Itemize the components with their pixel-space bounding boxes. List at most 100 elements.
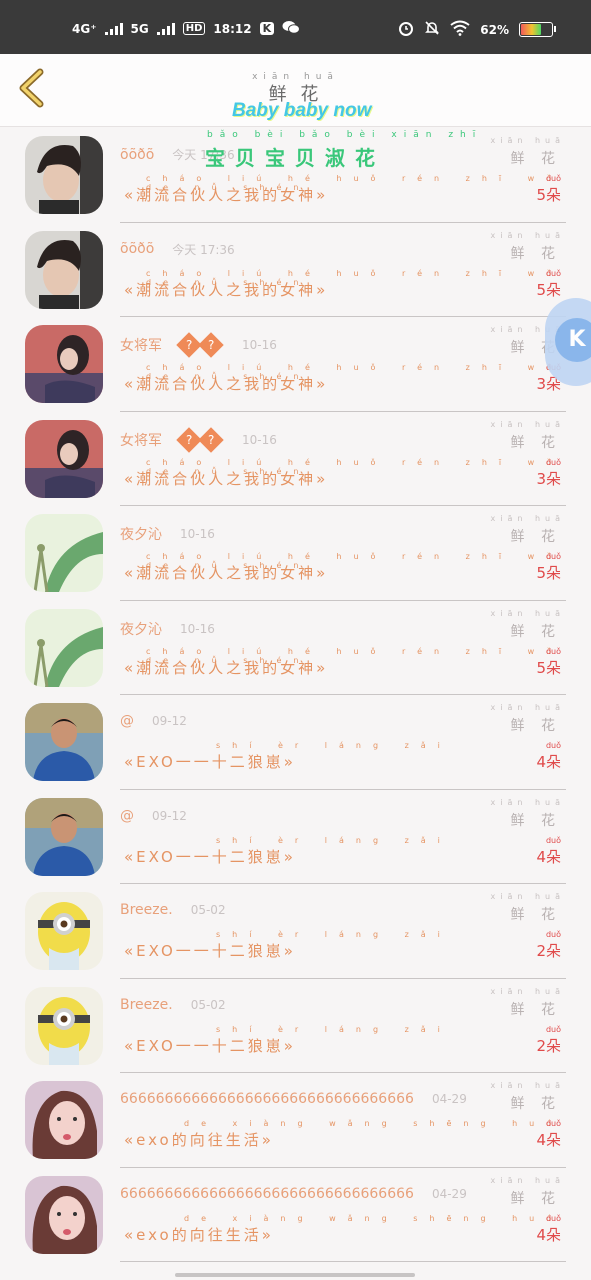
list-item[interactable]: 夜夕沁 10-16 xiān huā 鲜 花 cháo liú hé huǒ rén z… — [0, 506, 591, 601]
avatar[interactable] — [25, 325, 103, 403]
song-title[interactable]: «EXO一一十二狼崽» — [124, 751, 296, 772]
song-title[interactable]: «EXO一一十二狼崽» — [124, 1035, 296, 1056]
avatar[interactable] — [25, 230, 103, 309]
sender-line: 女将军?? 10-16 — [120, 426, 277, 453]
sender-line: Breeze. 05-02 — [120, 902, 226, 918]
song-title[interactable]: «潮流合伙人之我的女神» — [124, 468, 328, 489]
flower-count: 4朵 — [536, 847, 561, 866]
flower-label-pinyin: xiān huā — [490, 797, 565, 807]
flower-count-pinyin: duǒ — [545, 457, 561, 467]
flower-count: 5朵 — [536, 658, 561, 677]
song-title[interactable]: «EXO一一十二狼崽» — [124, 846, 296, 867]
avatar[interactable] — [25, 892, 103, 970]
sender-line: 夜夕沁 10-16 — [120, 524, 215, 544]
send-date: 09-12 — [152, 808, 187, 823]
sender-line: 夜夕沁 10-16 — [120, 619, 215, 639]
sender-line: Breeze. 05-02 — [120, 997, 226, 1013]
flower-label: 鲜 花 — [510, 434, 561, 451]
flower-label-pinyin: xiān huā — [490, 230, 565, 240]
list-item[interactable]: Breeze. 05-02 xiān huā 鲜 花 shí èr láng zǎi «E… — [0, 884, 591, 979]
flower-count: 5朵 — [536, 186, 561, 204]
send-date: 04-29 — [431, 1092, 467, 1106]
flower-count: 4朵 — [536, 1225, 561, 1244]
sender-name: õõðõ — [120, 146, 155, 163]
network-4g-label: 4G⁺ — [72, 21, 97, 36]
list-item[interactable]: @09-12 xiān huā 鲜 花 shí èr láng zǎi «EXO一一十二… — [0, 790, 591, 884]
song-title[interactable]: «潮流合伙人之我的女神» — [124, 657, 328, 678]
k-logo-icon: K — [555, 318, 591, 362]
flower-count: 4朵 — [536, 1131, 561, 1149]
song-title-pinyin: de xiàng wǎng shēng huó — [184, 1213, 564, 1223]
flower-count-pinyin: duǒ — [545, 174, 561, 183]
name-emoji-badges: ?? — [176, 332, 224, 358]
network-5g-label: 5G — [130, 21, 149, 36]
status-right: 62% — [398, 20, 556, 39]
flower-label-pinyin: xiān huā — [490, 514, 565, 523]
flower-label: 鲜 花 — [510, 718, 561, 734]
overlay-banner-text: 宝贝宝贝淑花 — [205, 146, 385, 170]
battery-percent: 62% — [480, 22, 509, 37]
list-item[interactable]: 666666666666666666666666666666666 04-29 xi… — [0, 1073, 591, 1168]
sender-name: 女将军 — [120, 432, 162, 449]
flower-label: 鲜 花 — [510, 1096, 561, 1112]
flower-label-pinyin: xiān huā — [490, 703, 565, 712]
list-item[interactable]: õõðõ 今天 17:36 xiān huā 鲜 花 cháo liú hé huǒ r… — [0, 223, 591, 317]
flower-count: 5朵 — [536, 280, 561, 299]
sender-name: 夜夕沁 — [120, 621, 162, 638]
send-date: 04-29 — [431, 1186, 467, 1201]
send-date: 10-16 — [242, 338, 277, 352]
avatar[interactable] — [25, 797, 103, 876]
list-item[interactable]: 女将军?? 10-16 xiān huā 鲜 花 cháo liú hé huǒ rén… — [0, 412, 591, 506]
sender-line: @09-12 — [120, 808, 187, 824]
flower-count-pinyin: duǒ — [545, 1213, 561, 1223]
avatar[interactable] — [25, 136, 103, 214]
signal-icon — [104, 22, 123, 35]
app-notification-icon: K — [259, 22, 275, 35]
floating-assistant-button[interactable]: K — [545, 298, 591, 386]
song-title[interactable]: «潮流合伙人之我的女神» — [124, 184, 328, 205]
flower-count-pinyin: duǒ — [545, 1024, 561, 1034]
header: xiān huā 鲜 花 Baby baby now — [0, 54, 591, 127]
song-title[interactable]: «潮流合伙人之我的女神» — [124, 562, 328, 583]
flower-count: 3朵 — [536, 469, 561, 488]
avatar[interactable] — [25, 1175, 103, 1254]
sender-name: Breeze. — [120, 902, 173, 918]
sender-name: @ — [120, 713, 134, 729]
sender-line: õõðõ 今天 17:36 — [120, 241, 235, 258]
flower-label-pinyin: xiān huā — [490, 136, 565, 145]
row-divider — [120, 1261, 566, 1262]
song-title[interactable]: «exo的向往生活» — [124, 1224, 274, 1245]
flower-count: 5朵 — [536, 564, 561, 582]
list-item[interactable]: @09-12 xiān huā 鲜 花 shí èr láng zǎi «EXO一一十二… — [0, 695, 591, 790]
song-title[interactable]: «EXO一一十二狼崽» — [124, 940, 296, 961]
flower-label: 鲜 花 — [510, 1001, 561, 1018]
avatar[interactable] — [25, 419, 103, 498]
avatar[interactable] — [25, 703, 103, 781]
status-bar: 4G⁺ 5G HD 18:12 K 62% — [0, 0, 591, 54]
avatar[interactable] — [25, 608, 103, 687]
sender-line: 666666666666666666666666666666666 04-29 — [120, 1091, 467, 1107]
avatar[interactable] — [25, 986, 103, 1065]
flower-count-pinyin: duǒ — [545, 835, 561, 845]
flower-count-pinyin: duǒ — [545, 552, 561, 561]
list-item[interactable]: 666666666666666666666666666666666 04-29 xi… — [0, 1168, 591, 1262]
unknown-glyph-icon: ? — [198, 426, 224, 453]
sender-line: 女将军?? 10-16 — [120, 332, 277, 358]
list-item[interactable]: 女将军?? 10-16 xiān huā 鲜 花 cháo liú hé huǒ rén… — [0, 317, 591, 412]
list-item[interactable]: Breeze. 05-02 xiān huā 鲜 花 shí èr láng zǎi «E… — [0, 979, 591, 1073]
song-title[interactable]: «exo的向往生活» — [124, 1129, 274, 1150]
avatar[interactable] — [25, 514, 103, 592]
song-title[interactable]: «潮流合伙人之我的女神» — [124, 373, 328, 394]
sender-name: 666666666666666666666666666666666 — [120, 1185, 414, 1202]
flower-count-pinyin: duǒ — [545, 741, 561, 750]
avatar[interactable] — [25, 1081, 103, 1159]
list-item[interactable]: 夜夕沁 10-16 xiān huā 鲜 花 cháo liú hé huǒ rén z… — [0, 601, 591, 695]
sender-name: Breeze. — [120, 996, 173, 1013]
song-title[interactable]: «潮流合伙人之我的女神» — [124, 279, 328, 300]
song-title-pinyin: de xiàng wǎng shēng huó — [184, 1119, 564, 1128]
sender-name: 夜夕沁 — [120, 527, 162, 543]
page-subtitle: Baby baby now — [232, 100, 372, 121]
flower-count-pinyin: duǒ — [545, 1119, 561, 1128]
send-date: 今天 17:36 — [172, 242, 235, 257]
sender-name: 666666666666666666666666666666666 — [120, 1091, 414, 1107]
